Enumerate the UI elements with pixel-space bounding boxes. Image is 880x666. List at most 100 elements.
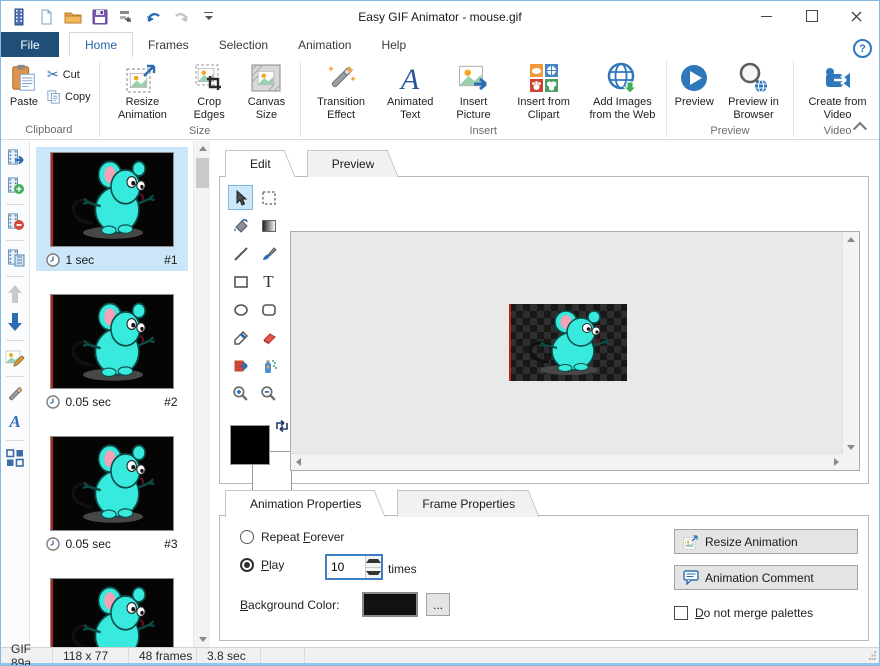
undo-button[interactable] <box>144 7 164 27</box>
crop-edges-button[interactable]: Crop Edges <box>181 59 237 124</box>
background-color-value-swatch[interactable] <box>362 592 418 617</box>
redo-button[interactable] <box>171 7 191 27</box>
line-tool[interactable] <box>228 241 253 266</box>
animation-comment-button[interactable]: Animation Comment <box>674 565 858 590</box>
frame-list-scrollbar[interactable] <box>193 141 211 647</box>
tab-home[interactable]: Home <box>69 32 133 57</box>
frame-number: #3 <box>164 537 177 551</box>
text-tool[interactable]: T <box>256 269 281 294</box>
resize-animation-panel-button[interactable]: Resize Animation <box>674 529 858 554</box>
tab-edit[interactable]: Edit <box>225 150 281 177</box>
move-frame-down-button[interactable] <box>4 311 26 333</box>
play-times-input[interactable] <box>327 556 365 578</box>
preview-button[interactable]: Preview <box>671 59 718 111</box>
marquee-select-tool[interactable] <box>256 185 281 210</box>
canvas-size-button[interactable]: Canvas Size <box>237 59 296 124</box>
gif-image[interactable] <box>509 304 627 381</box>
spray-tool[interactable] <box>256 353 281 378</box>
canvas-vertical-scrollbar[interactable] <box>842 232 859 454</box>
color-picker-tool[interactable] <box>228 325 253 350</box>
insert-picture-button[interactable]: Insert Picture <box>443 59 504 124</box>
repeat-forever-radio[interactable]: Repeat Forever <box>240 530 344 544</box>
frame-number: #2 <box>164 395 177 409</box>
close-button[interactable] <box>834 1 879 31</box>
tab-file[interactable]: File <box>1 32 59 57</box>
foreground-color-swatch[interactable] <box>230 425 270 465</box>
preview-in-browser-button[interactable]: Preview in Browser <box>718 59 789 124</box>
zoom-in-tool[interactable] <box>228 381 253 406</box>
transition-effect-button[interactable]: Transition Effect <box>305 59 378 124</box>
spinner-down-button[interactable] <box>366 567 381 579</box>
letter-a-glyph: A <box>399 63 420 94</box>
clock-icon <box>46 537 60 551</box>
maximize-button[interactable] <box>789 1 834 31</box>
resize-grip[interactable] <box>867 650 877 660</box>
canvas-horizontal-scrollbar[interactable] <box>291 453 843 470</box>
resize-animation-button[interactable]: Resize Animation <box>104 59 182 124</box>
rounded-rectangle-tool[interactable] <box>256 297 281 322</box>
rectangle-tool[interactable] <box>228 269 253 294</box>
scroll-up-arrow[interactable] <box>843 232 859 246</box>
manage-frames-grid-button[interactable] <box>4 447 26 469</box>
add-images-from-web-button[interactable]: Add Images from the Web <box>583 59 662 124</box>
frame-effects-wand-button[interactable] <box>4 383 26 405</box>
scroll-down-arrow[interactable] <box>843 440 859 454</box>
tab-preview[interactable]: Preview <box>307 150 385 177</box>
tool-palette: T <box>228 185 284 406</box>
swap-colors-icon[interactable] <box>274 419 290 433</box>
extract-frames-button[interactable] <box>117 7 137 27</box>
background-color-browse-button[interactable]: ... <box>426 593 450 616</box>
gradient-tool[interactable] <box>256 213 281 238</box>
checkbox-box[interactable] <box>674 606 688 620</box>
duplicate-frame-button[interactable] <box>4 247 26 269</box>
do-not-merge-palettes-checkbox[interactable]: Do not merge palettes <box>674 606 813 620</box>
minimize-button[interactable] <box>744 1 789 31</box>
replace-color-tool[interactable] <box>228 353 253 378</box>
scroll-right-arrow[interactable] <box>829 454 843 470</box>
brush-tool[interactable] <box>256 241 281 266</box>
radio-circle[interactable] <box>240 558 254 572</box>
tab-animation-properties[interactable]: Animation Properties <box>225 490 371 517</box>
tab-frames[interactable]: Frames <box>133 32 204 57</box>
scrollbar-thumb[interactable] <box>196 158 209 188</box>
zoom-out-tool[interactable] <box>256 381 281 406</box>
spinner-up-button[interactable] <box>366 556 381 567</box>
tab-frame-properties[interactable]: Frame Properties <box>397 490 525 517</box>
ellipse-tool[interactable] <box>228 297 253 322</box>
extract-frames-button-rail[interactable] <box>4 147 26 169</box>
copy-button[interactable]: Copy <box>47 90 91 104</box>
select-tool[interactable] <box>228 185 253 210</box>
insert-from-clipart-button[interactable]: Insert from Clipart <box>504 59 583 124</box>
tab-animation[interactable]: Animation <box>283 32 366 57</box>
cut-button[interactable]: ✂ Cut <box>47 66 91 83</box>
open-file-button[interactable] <box>63 7 83 27</box>
frame-text-button[interactable]: A <box>4 411 26 433</box>
frame-item-2[interactable]: 0.05 sec #2 <box>36 289 188 413</box>
add-frame-button[interactable] <box>4 175 26 197</box>
tab-help[interactable]: Help <box>366 32 421 57</box>
play-times-spinner[interactable] <box>325 554 383 580</box>
canvas-viewport[interactable] <box>290 231 860 471</box>
scroll-up-arrow[interactable] <box>194 141 211 156</box>
tab-selection[interactable]: Selection <box>204 32 283 57</box>
create-from-video-button[interactable]: Create from Video <box>798 59 877 124</box>
play-radio[interactable]: Play <box>240 558 284 572</box>
scroll-left-arrow[interactable] <box>291 454 305 470</box>
scroll-down-arrow[interactable] <box>194 632 211 647</box>
frame-item-1[interactable]: 1 sec #1 <box>36 147 188 271</box>
collapse-ribbon-button[interactable] <box>851 119 869 133</box>
fill-tool[interactable] <box>228 213 253 238</box>
new-document-button[interactable] <box>36 7 56 27</box>
paste-button[interactable]: Paste <box>3 59 45 111</box>
frame-item-4[interactable]: 0.05 sec #4 <box>36 573 188 647</box>
save-file-button[interactable] <box>90 7 110 27</box>
delete-frame-button[interactable] <box>4 211 26 233</box>
customize-quick-access-button[interactable] <box>198 7 218 27</box>
frame-item-3[interactable]: 0.05 sec #3 <box>36 431 188 555</box>
help-icon[interactable]: ? <box>853 39 872 58</box>
move-frame-up-button[interactable] <box>4 283 26 305</box>
edit-frame-image-button[interactable] <box>4 347 26 369</box>
eraser-tool[interactable] <box>256 325 281 350</box>
animated-text-button[interactable]: A Animated Text <box>378 59 443 124</box>
radio-circle[interactable] <box>240 530 254 544</box>
